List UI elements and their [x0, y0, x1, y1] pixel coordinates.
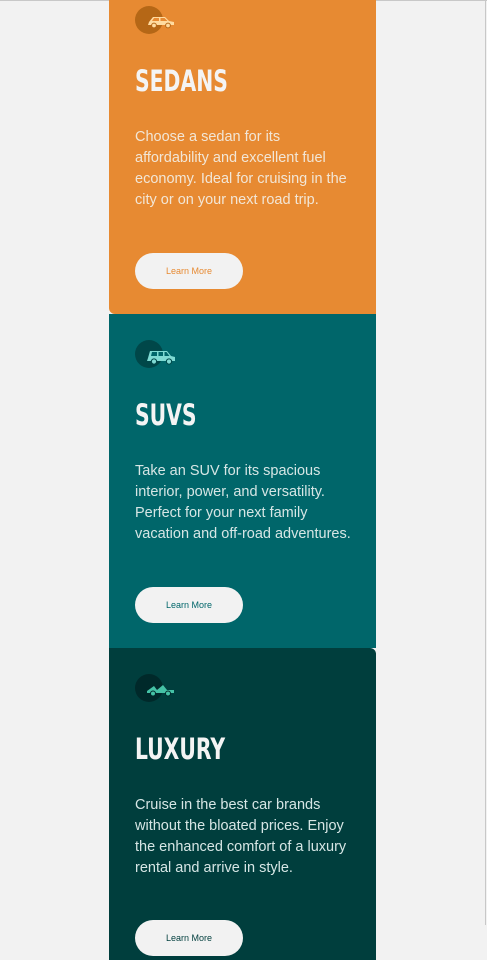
card-sedans: SEDANS Choose a sedan for its affordabil… [109, 0, 376, 314]
card-title: SUVS [135, 398, 197, 432]
card-title: SEDANS [135, 64, 228, 98]
card-luxury: LUXURY Cruise in the best car brands wit… [109, 648, 376, 960]
card-suvs: SUVS Take an SUV for its spacious interi… [109, 314, 376, 648]
learn-more-button[interactable]: Learn More [135, 587, 243, 623]
card-description: Cruise in the best car brands without th… [135, 797, 347, 876]
sedan-car-icon [135, 6, 183, 38]
luxury-car-icon [135, 674, 183, 706]
card-description: Take an SUV for its spacious interior, p… [135, 463, 351, 542]
learn-more-button[interactable]: Learn More [135, 920, 243, 956]
card-title: LUXURY [135, 732, 226, 766]
suv-car-icon [135, 340, 183, 372]
learn-more-button[interactable]: Learn More [135, 253, 243, 289]
viewport-scrollbar-edge [485, 0, 486, 925]
card-description: Choose a sedan for its affordability and… [135, 129, 347, 208]
